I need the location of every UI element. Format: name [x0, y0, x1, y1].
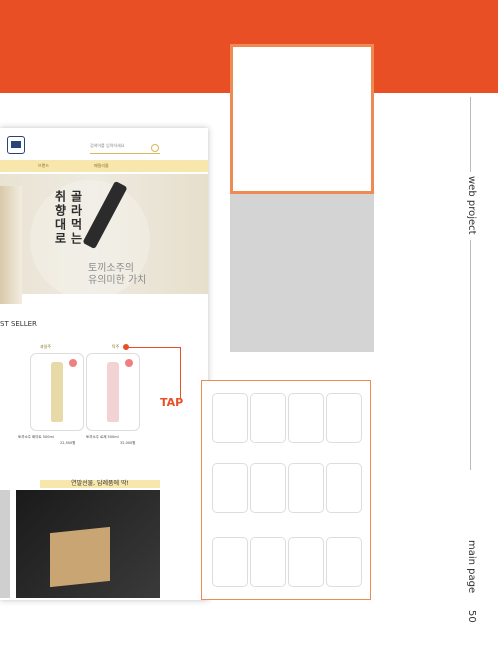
- hero-subtitle-line1: 토끼소주의: [88, 263, 134, 274]
- nav-item-familymall[interactable]: 패밀리몰: [94, 163, 109, 169]
- tap-connector-line: [127, 347, 181, 398]
- page-number: 50: [466, 610, 477, 623]
- side-divider: [470, 240, 471, 470]
- side-divider: [470, 97, 471, 172]
- nav-item-brand[interactable]: 브랜드: [38, 163, 49, 169]
- gift-box-image: [50, 526, 110, 588]
- bottle-image: [107, 362, 119, 422]
- search-input[interactable]: 검색어를 입력하세요: [90, 143, 160, 154]
- product-price: 32,000원: [120, 441, 136, 445]
- product-card[interactable]: [326, 463, 362, 513]
- product-card[interactable]: [30, 353, 84, 431]
- product-name[interactable]: 토끼소주 화이트 500ml: [18, 435, 54, 440]
- product-card[interactable]: [288, 537, 324, 587]
- brand-logo[interactable]: [7, 136, 25, 154]
- search-icon[interactable]: [151, 144, 159, 152]
- nav-bar: 브랜드 패밀리몰: [0, 160, 208, 172]
- product-tag: 과일주: [40, 344, 52, 349]
- bottle-image: [51, 362, 63, 422]
- hero-bottle-left: [0, 186, 22, 304]
- side-label-web-project: web project: [466, 176, 477, 235]
- mini-page-highlight: [230, 44, 374, 194]
- hero-subtitle: 토끼소주의 유의미한 가치: [88, 263, 208, 287]
- product-card[interactable]: [212, 393, 248, 443]
- product-card[interactable]: [250, 537, 286, 587]
- product-price: 22,500원: [60, 441, 76, 445]
- product-card[interactable]: [326, 393, 362, 443]
- tap-connector-dot: [123, 344, 129, 350]
- product-tag: 탁주: [112, 344, 120, 349]
- promo-side-image: [0, 490, 10, 598]
- product-card[interactable]: [288, 393, 324, 443]
- tap-detail-panel: [201, 380, 371, 600]
- product-card[interactable]: [212, 537, 248, 587]
- sale-badge: [69, 359, 77, 367]
- hero-subtitle-line2: 유의미한 가치: [88, 275, 147, 286]
- product-name[interactable]: 토끼소주 로제 500ml: [86, 435, 119, 440]
- hero-vertical-left: 취향대로: [53, 190, 67, 246]
- product-card[interactable]: [250, 393, 286, 443]
- tap-label: TAP: [160, 396, 184, 409]
- product-card[interactable]: [250, 463, 286, 513]
- side-label-main-page: main page: [466, 540, 477, 594]
- hero-vertical-right: 골라먹는: [69, 190, 83, 246]
- section-title-bestseller: ST SELLER: [0, 320, 37, 328]
- promo-title: 연말선물, 답례품에 딱!: [40, 480, 160, 488]
- product-card[interactable]: [212, 463, 248, 513]
- product-card[interactable]: [326, 537, 362, 587]
- product-card[interactable]: [288, 463, 324, 513]
